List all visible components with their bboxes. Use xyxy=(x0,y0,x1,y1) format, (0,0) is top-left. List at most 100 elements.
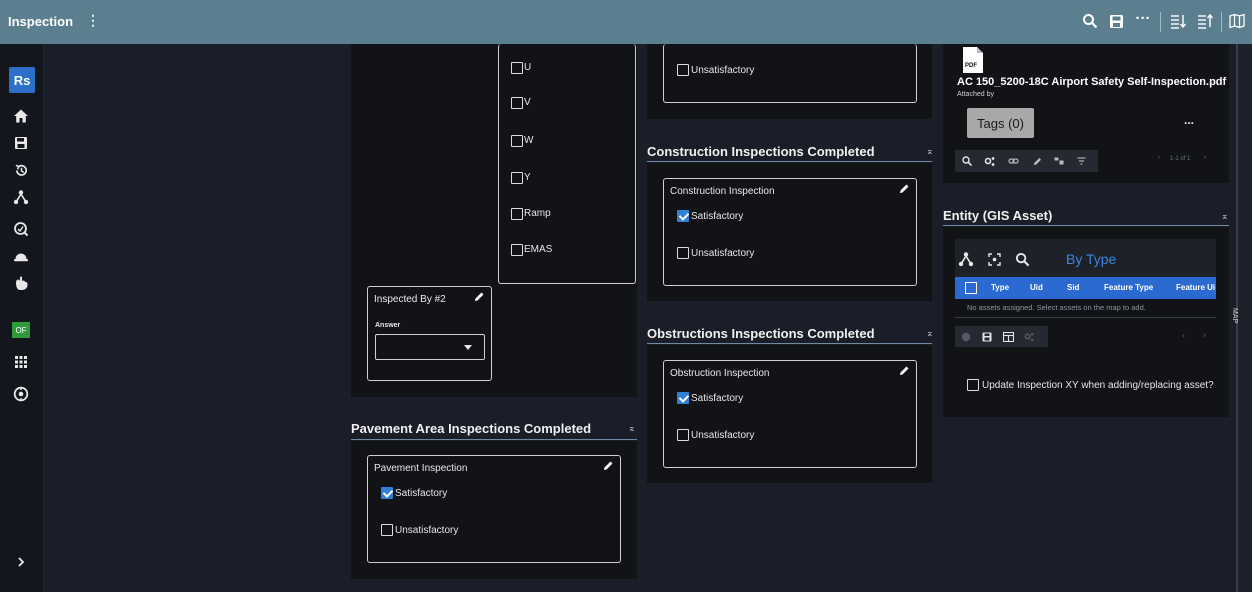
focus-icon[interactable] xyxy=(983,249,1005,269)
unsatisfactory-checkbox[interactable] xyxy=(677,247,689,259)
table-icon[interactable] xyxy=(1001,326,1015,347)
attachment-pagination: 1-1 of 1 xyxy=(1170,156,1191,162)
unsatisfactory-checkbox[interactable] xyxy=(677,429,689,441)
collapse-all-icon[interactable] xyxy=(1168,11,1188,31)
column-header-uid[interactable]: Uid xyxy=(1030,283,1043,292)
attachment-file-name[interactable]: AC 150_5200-18C Airport Safety Self-Insp… xyxy=(957,76,1226,88)
card-title: Obstruction Inspection xyxy=(670,368,770,379)
update-xy-checkbox[interactable] xyxy=(967,379,979,391)
map-icon[interactable] xyxy=(1227,11,1247,31)
satisfactory-label: Satisfactory xyxy=(395,488,448,499)
pdf-file-icon[interactable]: PDF xyxy=(962,46,984,74)
settings-icon[interactable] xyxy=(981,150,997,172)
pavement-section-title: Pavement Area Inspections Completed xyxy=(351,421,592,436)
expand-all-icon[interactable] xyxy=(1195,11,1215,31)
empty-assets-message: No assets assigned. Select assets on the… xyxy=(967,303,1146,312)
column-header-type[interactable]: Type xyxy=(991,283,1009,292)
app-logo[interactable]: Rs xyxy=(9,67,35,93)
unsatisfactory-checkbox[interactable] xyxy=(677,64,689,76)
hand-icon[interactable] xyxy=(10,273,32,293)
attachment-more-button[interactable]: ... xyxy=(1184,113,1194,127)
tags-button[interactable]: Tags (0) xyxy=(967,108,1034,138)
checkbox-label-emas: EMAS xyxy=(524,244,553,255)
save-icon[interactable] xyxy=(980,326,994,347)
satisfactory-label: Satisfactory xyxy=(691,393,744,404)
table-divider xyxy=(955,317,1216,318)
settings-icon[interactable] xyxy=(1022,326,1036,347)
satisfactory-checkbox[interactable] xyxy=(677,392,689,404)
column-header-feature-uid[interactable]: Feature Ui xyxy=(1176,283,1215,292)
previous-inspection-card: Unsatisfactory xyxy=(663,44,917,103)
column-header-sid[interactable]: Sid xyxy=(1067,283,1079,292)
unsatisfactory-checkbox[interactable] xyxy=(381,524,393,536)
remove-icon[interactable] xyxy=(959,326,973,347)
attachment-prev-icon[interactable]: ‹ xyxy=(1158,155,1160,161)
save-icon[interactable] xyxy=(10,133,32,153)
help-circle-icon[interactable] xyxy=(10,384,32,404)
link-icon[interactable] xyxy=(1005,150,1021,172)
asset-next-icon[interactable]: › xyxy=(1203,330,1206,340)
answer-label: Answer xyxy=(375,322,401,329)
checkbox-ramp[interactable] xyxy=(511,208,523,220)
unsatisfactory-label: Unsatisfactory xyxy=(691,65,755,76)
search-icon[interactable] xyxy=(1080,11,1100,31)
search-circle-icon[interactable] xyxy=(10,219,32,239)
collapse-section-icon[interactable]: ⌅ xyxy=(926,328,934,339)
asset-prev-icon[interactable]: ‹ xyxy=(1182,330,1185,340)
filter-icon[interactable] xyxy=(1073,150,1089,172)
checkbox-label-y: Y xyxy=(524,172,531,183)
pencil-icon[interactable] xyxy=(602,460,614,472)
search-icon[interactable] xyxy=(1011,249,1033,269)
update-xy-label: Update Inspection XY when adding/replaci… xyxy=(982,380,1214,391)
more-horizontal-icon[interactable]: ··· xyxy=(1133,8,1153,28)
pencil-icon[interactable] xyxy=(898,183,910,195)
grid-icon[interactable] xyxy=(10,352,32,372)
pdf-label: PDF xyxy=(965,63,977,69)
collapse-section-icon[interactable]: ⌅ xyxy=(926,146,934,157)
inspected-by-2-card: Inspected By #2 Answer xyxy=(367,286,492,381)
asset-toolbar xyxy=(955,326,1048,347)
inspected-by-2-select[interactable] xyxy=(375,334,485,360)
construction-inspection-card: Construction Inspection Satisfactory Uns… xyxy=(663,178,917,286)
workflow-icon[interactable] xyxy=(955,249,977,269)
chevron-right-icon[interactable] xyxy=(10,552,32,572)
checkbox-v[interactable] xyxy=(511,97,523,109)
office-badge[interactable]: OF xyxy=(12,322,30,338)
caret-down-icon xyxy=(464,345,472,350)
collapse-section-icon[interactable]: ⌅ xyxy=(628,423,636,434)
pavement-inspection-card: Pavement Inspection Satisfactory Unsatis… xyxy=(367,455,621,563)
checkbox-w[interactable] xyxy=(511,135,523,147)
pencil-icon[interactable] xyxy=(473,291,485,303)
toolbar-divider xyxy=(1160,12,1161,32)
checkbox-emas[interactable] xyxy=(511,244,523,256)
pencil-icon[interactable] xyxy=(898,365,910,377)
card-title: Inspected By #2 xyxy=(374,294,446,305)
search-icon[interactable] xyxy=(959,150,975,172)
save-icon[interactable] xyxy=(1106,11,1126,31)
unsatisfactory-label: Unsatisfactory xyxy=(691,430,755,441)
sidebar: Rs OF xyxy=(0,44,44,592)
column-header-feature-type[interactable]: Feature Type xyxy=(1104,283,1153,292)
checkbox-y[interactable] xyxy=(511,172,523,184)
section-divider xyxy=(647,161,932,162)
satisfactory-checkbox[interactable] xyxy=(381,487,393,499)
attachment-next-icon[interactable]: › xyxy=(1204,155,1206,161)
satisfactory-checkbox[interactable] xyxy=(677,210,689,222)
home-icon[interactable] xyxy=(10,106,32,126)
workflow-icon[interactable] xyxy=(10,187,32,207)
kebab-vertical-icon[interactable]: ⋮ xyxy=(86,12,100,29)
section-divider xyxy=(351,439,637,440)
construction-section-title: Construction Inspections Completed xyxy=(647,144,875,159)
by-type-tab[interactable]: By Type xyxy=(1066,251,1116,267)
edit-icon[interactable] xyxy=(1029,150,1045,172)
select-all-checkbox[interactable] xyxy=(965,282,977,294)
history-icon[interactable] xyxy=(10,160,32,180)
map-panel-toggle[interactable] xyxy=(1236,44,1252,592)
checkbox-u[interactable] xyxy=(511,62,523,74)
hardhat-icon[interactable] xyxy=(10,246,32,266)
app-title: Inspection xyxy=(8,14,74,29)
collapse-section-icon[interactable]: ⌅ xyxy=(1221,211,1229,222)
unsatisfactory-label: Unsatisfactory xyxy=(691,248,755,259)
tag-icon[interactable] xyxy=(1051,150,1067,172)
checkbox-label-w: W xyxy=(524,135,534,146)
